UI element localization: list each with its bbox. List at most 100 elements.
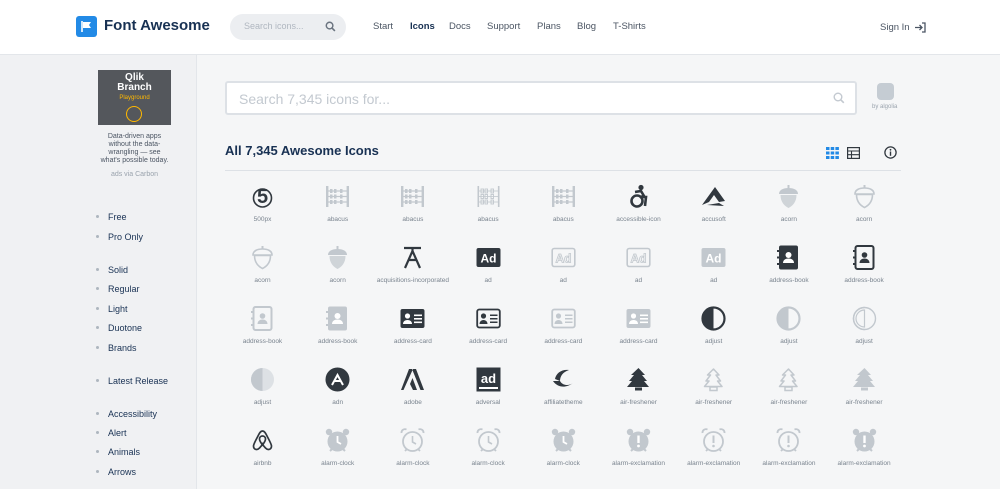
icon-tile[interactable]: Ad ad [676, 241, 751, 301]
icon-label: air-freshener [845, 399, 883, 406]
category-accessibility[interactable]: Accessibility [108, 409, 157, 419]
icon-tile[interactable]: alarm-exclamation [751, 424, 826, 484]
icon-label: alarm-clock [471, 460, 505, 467]
brand-name[interactable]: Font Awesome [104, 17, 210, 34]
alarm-clock-icon [400, 428, 425, 452]
ad-image[interactable]: Qlik Branch Playground [98, 70, 171, 125]
icon-tile[interactable]: air-freshener [601, 363, 676, 423]
search-icon[interactable] [325, 21, 336, 32]
icon-tile[interactable]: address-card [526, 302, 601, 362]
header-search-input[interactable]: Search icons... [230, 14, 346, 40]
icon-tile[interactable]: alarm-exclamation [676, 424, 751, 484]
icon-label: address-card [619, 338, 658, 345]
icon-search-input[interactable]: Search 7,345 icons for... [225, 81, 857, 115]
icon-tile[interactable]: Ad ad [526, 241, 601, 301]
icon-tile[interactable]: 5 500px [225, 180, 300, 240]
icon-tile[interactable]: alarm-exclamation [601, 424, 676, 484]
icon-tile[interactable]: Ad ad [601, 241, 676, 301]
icon-tile[interactable]: air-freshener [827, 363, 902, 423]
icon-tile[interactable]: ad adversal [451, 363, 526, 423]
filter-solid[interactable]: Solid [108, 265, 128, 275]
icon-label: affiliatetheme [544, 399, 583, 406]
icon-label: address-book [844, 277, 884, 284]
sign-in-icon[interactable] [914, 21, 927, 34]
category-alert[interactable]: Alert [108, 428, 127, 438]
icon-tile[interactable]: address-book [300, 302, 375, 362]
svg-text:Ad: Ad [631, 252, 647, 266]
search-icon[interactable] [833, 92, 845, 104]
filter-brands[interactable]: Brands [108, 343, 137, 353]
nav-docs[interactable]: Docs [449, 21, 471, 32]
icon-tile[interactable]: abacus [451, 180, 526, 240]
ad-text-line[interactable]: wrangling — see [96, 149, 173, 156]
icon-tile[interactable]: address-card [451, 302, 526, 362]
nav-support[interactable]: Support [487, 21, 520, 32]
filter-latest-release[interactable]: Latest Release [108, 376, 168, 386]
filter-free[interactable]: Free [108, 212, 127, 222]
abacus-icon [477, 186, 500, 207]
icon-tile[interactable]: adjust [751, 302, 826, 362]
air-freshener-icon [703, 368, 723, 392]
svg-text:Ad: Ad [555, 252, 571, 266]
icon-tile[interactable]: address-book [827, 241, 902, 301]
filter-pro-only[interactable]: Pro Only [108, 232, 143, 242]
font-awesome-logo-icon[interactable] [76, 16, 97, 37]
ad-via-link[interactable]: ads via Carbon [96, 171, 173, 178]
icon-tile[interactable]: accusoft [676, 180, 751, 240]
icon-tile[interactable]: alarm-clock [375, 424, 450, 484]
nav-start[interactable]: Start [373, 21, 393, 32]
icon-tile[interactable]: alarm-exclamation [827, 424, 902, 484]
icon-tile[interactable]: abacus [526, 180, 601, 240]
ad-icon: Ad [551, 247, 576, 268]
adjust-icon [776, 306, 801, 331]
ad-text-line[interactable]: Data-driven apps [96, 133, 173, 140]
nav-blog[interactable]: Blog [577, 21, 596, 32]
icon-tile[interactable]: address-card [601, 302, 676, 362]
nav-plans[interactable]: Plans [537, 21, 561, 32]
icon-tile[interactable]: adjust [827, 302, 902, 362]
icon-tile[interactable]: address-card [375, 302, 450, 362]
icon-tile[interactable]: accessible-icon [601, 180, 676, 240]
icon-tile[interactable]: abacus [300, 180, 375, 240]
icon-tile[interactable]: airbnb [225, 424, 300, 484]
icon-tile[interactable]: address-book [751, 241, 826, 301]
adobe-icon [401, 369, 425, 390]
nav-icons[interactable]: Icons [410, 21, 435, 32]
icon-tile[interactable]: acorn [300, 241, 375, 301]
icon-tile[interactable]: acorn [225, 241, 300, 301]
ad-text-line[interactable]: what's possible today. [96, 157, 173, 164]
ad-text-line[interactable]: without the data- [96, 141, 173, 148]
icon-tile[interactable]: alarm-clock [300, 424, 375, 484]
bullet-icon [96, 268, 99, 271]
icon-tile[interactable]: affiliatetheme [526, 363, 601, 423]
icon-label: adjust [705, 338, 723, 345]
category-animals[interactable]: Animals [108, 447, 140, 457]
grid-view-icon[interactable] [826, 147, 839, 159]
filter-light[interactable]: Light [108, 304, 128, 314]
icon-tile[interactable]: alarm-clock [526, 424, 601, 484]
icon-tile[interactable]: abacus [375, 180, 450, 240]
icon-tile[interactable]: acorn [751, 180, 826, 240]
icon-label: adjust [780, 338, 798, 345]
icon-tile[interactable]: adn [300, 363, 375, 423]
icon-tile[interactable]: adjust [225, 363, 300, 423]
algolia-logo-icon[interactable] [877, 83, 894, 100]
icon-tile[interactable]: air-freshener [676, 363, 751, 423]
filter-regular[interactable]: Regular [108, 284, 140, 294]
category-arrows[interactable]: Arrows [108, 467, 136, 477]
nav-tshirts[interactable]: T-Shirts [613, 21, 646, 32]
powered-by-algolia[interactable]: by algolia [872, 104, 897, 110]
info-icon[interactable] [884, 146, 897, 159]
address-card-icon [475, 308, 501, 329]
icon-tile[interactable]: address-book [225, 302, 300, 362]
icon-tile[interactable]: acorn [827, 180, 902, 240]
icon-tile[interactable]: adobe [375, 363, 450, 423]
table-view-icon[interactable] [847, 147, 860, 159]
sign-in-link[interactable]: Sign In [880, 22, 910, 33]
icon-tile[interactable]: adjust [676, 302, 751, 362]
icon-tile[interactable]: air-freshener [751, 363, 826, 423]
icon-tile[interactable]: Ad ad [451, 241, 526, 301]
filter-duotone[interactable]: Duotone [108, 323, 142, 333]
icon-tile[interactable]: alarm-clock [451, 424, 526, 484]
icon-tile[interactable]: acquisitions-incorporated [375, 241, 450, 301]
